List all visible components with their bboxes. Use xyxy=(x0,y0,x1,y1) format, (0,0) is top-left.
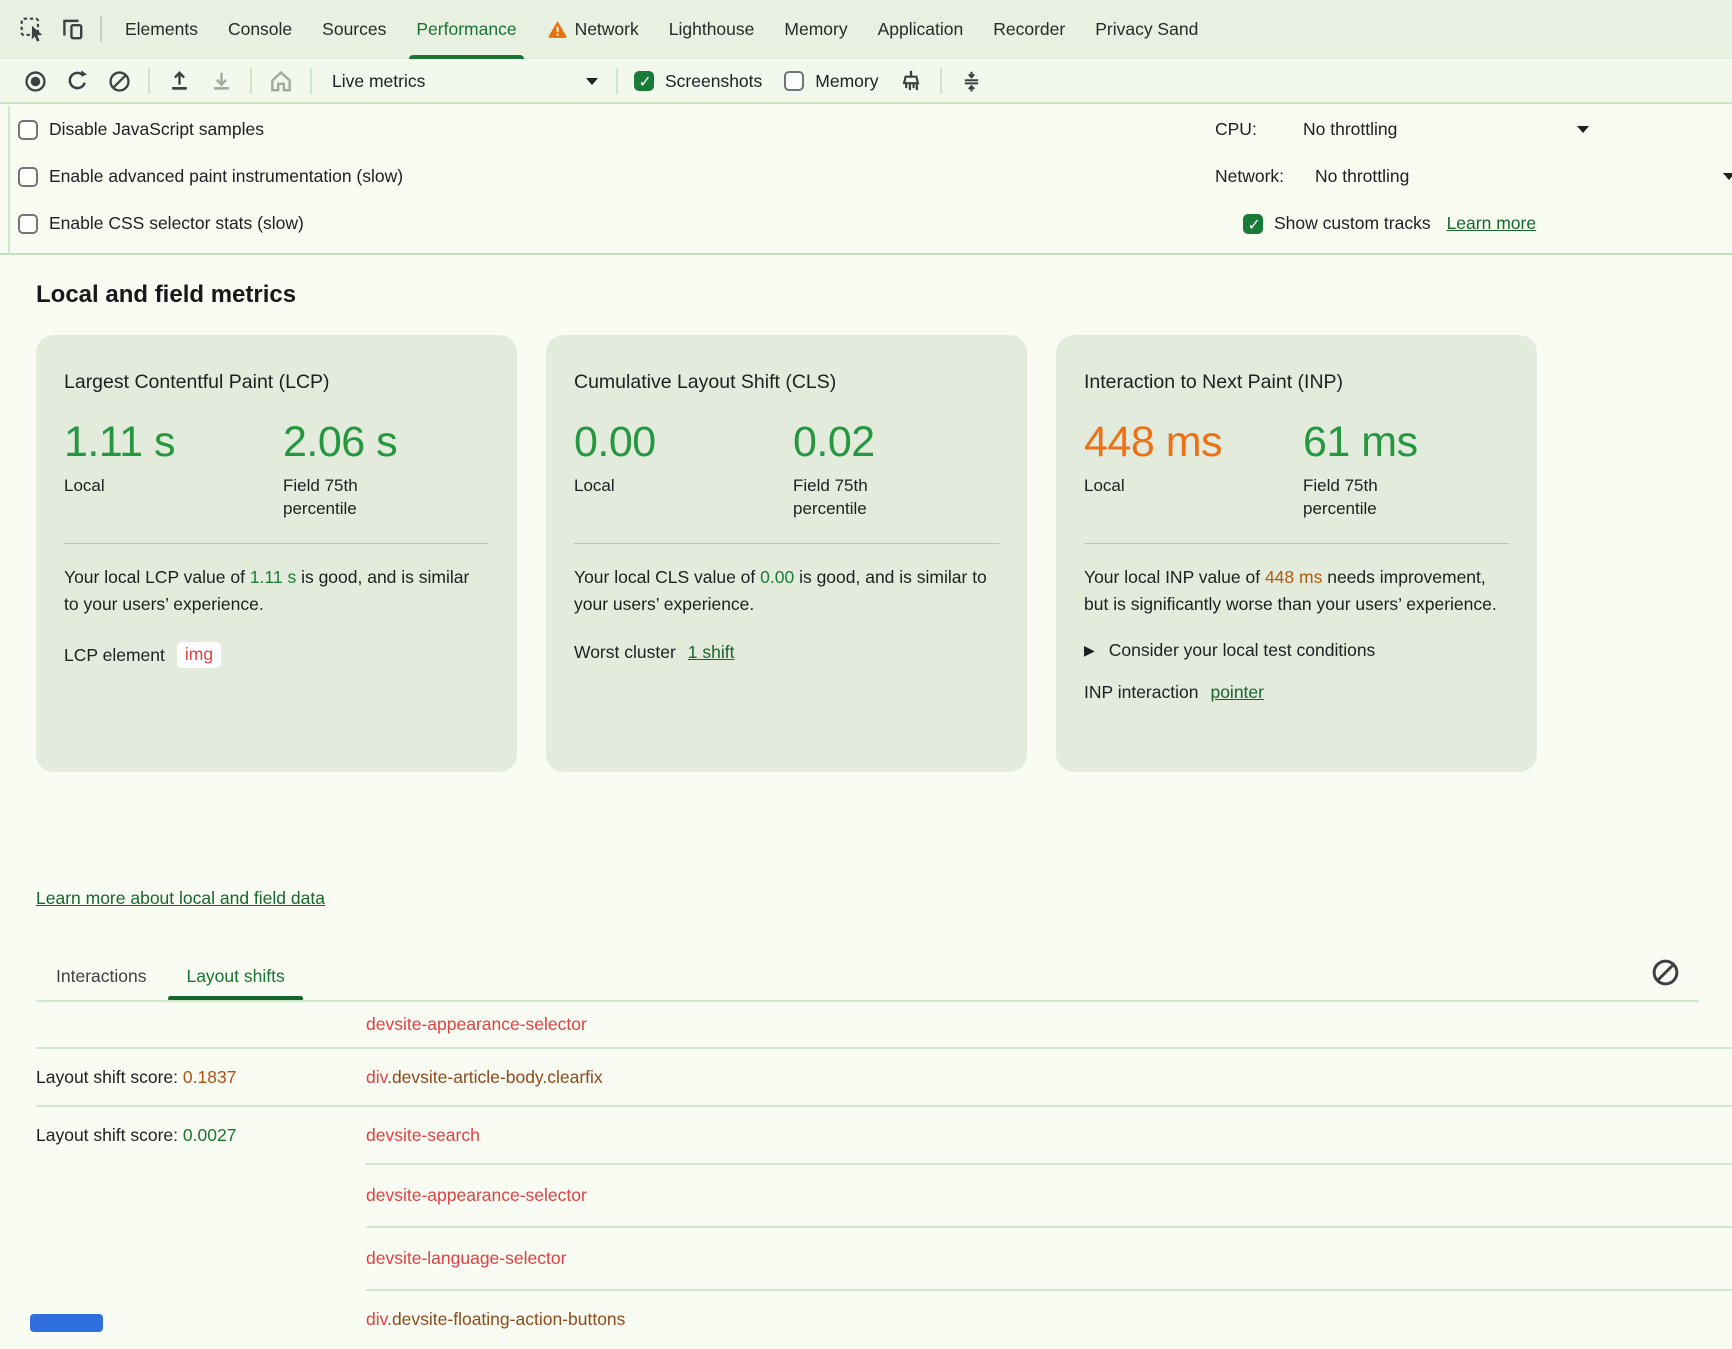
lcp-element-chip[interactable]: img xyxy=(177,642,221,668)
shift-node-link[interactable]: devsite-appearance-selector xyxy=(366,1014,587,1035)
cls-description: Your local CLS value of 0.00 is good, an… xyxy=(574,564,999,618)
learn-more-field-data-link[interactable]: Learn more about local and field data xyxy=(36,888,325,908)
shift-node-link[interactable]: div.devsite-article-body.clearfix xyxy=(366,1067,603,1088)
panel-mode-value: Live metrics xyxy=(332,71,425,92)
toolbar-separator xyxy=(100,16,102,42)
card-divider xyxy=(574,543,999,544)
tab-elements[interactable]: Elements xyxy=(110,0,213,59)
chevron-down-icon xyxy=(1723,173,1732,180)
table-row[interactable]: devsite-language-selector xyxy=(0,1228,1732,1289)
tab-recorder[interactable]: Recorder xyxy=(978,0,1080,59)
toolbar-separator xyxy=(940,68,942,94)
inp-interaction-link[interactable]: pointer xyxy=(1210,682,1264,703)
inp-card: Interaction to Next Paint (INP) 448 ms L… xyxy=(1056,335,1537,772)
lcp-card: Largest Contentful Paint (LCP) 1.11 s Lo… xyxy=(36,335,517,772)
card-divider xyxy=(1084,543,1509,544)
download-profile-icon[interactable] xyxy=(200,63,242,99)
tab-network[interactable]: Network xyxy=(532,0,654,59)
css-selector-stats-toggle[interactable]: Enable CSS selector stats (slow) xyxy=(18,200,403,247)
cls-field: 0.02 Field 75th percentile xyxy=(793,418,999,521)
gc-brush-icon[interactable] xyxy=(890,63,932,99)
cls-card: Cumulative Layout Shift (CLS) 0.00 Local… xyxy=(546,335,1027,772)
show-custom-tracks-toggle[interactable]: Show custom tracks Learn more xyxy=(1215,200,1732,247)
tab-layout-shifts[interactable]: Layout shifts xyxy=(166,952,304,1000)
disable-js-samples-toggle[interactable]: Disable JavaScript samples xyxy=(18,106,403,153)
shift-node-link[interactable]: devsite-appearance-selector xyxy=(366,1185,587,1206)
table-row[interactable]: devsite-appearance-selector xyxy=(0,1165,1732,1226)
advanced-paint-checkbox[interactable] xyxy=(18,167,38,187)
tab-lighthouse[interactable]: Lighthouse xyxy=(654,0,770,59)
table-row[interactable]: div.devsite-floating-action-buttons xyxy=(0,1291,1732,1349)
shift-score: 0.1837 xyxy=(183,1067,237,1087)
devtools-tab-bar: Elements Console Sources Performance Net… xyxy=(0,0,1732,59)
table-row[interactable]: Layout shift score: 0.0027 devsite-searc… xyxy=(0,1107,1732,1163)
card-divider xyxy=(64,543,489,544)
worst-cluster-link[interactable]: 1 shift xyxy=(688,642,735,663)
shift-node-link[interactable]: devsite-language-selector xyxy=(366,1248,566,1269)
css-selector-stats-checkbox[interactable] xyxy=(18,214,38,234)
performance-settings: Disable JavaScript samples Enable advanc… xyxy=(0,106,1732,255)
lcp-description: Your local LCP value of 1.11 s is good, … xyxy=(64,564,489,618)
network-throttling-value: No throttling xyxy=(1315,166,1409,187)
advanced-paint-toggle[interactable]: Enable advanced paint instrumentation (s… xyxy=(18,153,403,200)
tab-sources[interactable]: Sources xyxy=(307,0,401,59)
inp-local: 448 ms Local xyxy=(1084,418,1303,521)
tab-console[interactable]: Console xyxy=(213,0,307,59)
device-toolbar-icon[interactable] xyxy=(52,11,92,47)
disable-js-samples-checkbox[interactable] xyxy=(18,120,38,140)
clear-log-icon[interactable] xyxy=(1648,955,1682,989)
toolbar-separator xyxy=(310,68,312,94)
custom-tracks-checkbox[interactable] xyxy=(1243,214,1263,234)
warning-icon xyxy=(547,19,568,39)
page-title: Local and field metrics xyxy=(36,281,296,309)
shift-node-link[interactable]: devsite-search xyxy=(366,1125,480,1146)
screenshots-checkbox[interactable] xyxy=(634,71,654,91)
cpu-throttling-select[interactable]: CPU: No throttling xyxy=(1215,106,1732,153)
shift-node-link[interactable]: div.devsite-floating-action-buttons xyxy=(366,1309,625,1330)
log-tabs: Interactions Layout shifts xyxy=(36,952,305,1000)
tab-application[interactable]: Application xyxy=(863,0,979,59)
record-icon[interactable] xyxy=(14,63,56,99)
screenshots-toggle[interactable]: Screenshots xyxy=(634,71,762,92)
inp-field: 61 ms Field 75th percentile xyxy=(1303,418,1509,521)
reload-record-icon[interactable] xyxy=(56,63,98,99)
upload-profile-icon[interactable] xyxy=(158,63,200,99)
tab-interactions[interactable]: Interactions xyxy=(36,952,166,1000)
performance-toolbar: Live metrics Screenshots Memory xyxy=(0,60,1732,104)
inspect-element-icon[interactable] xyxy=(12,11,52,47)
chevron-down-icon xyxy=(1577,126,1589,133)
tab-performance[interactable]: Performance xyxy=(401,0,531,59)
cpu-throttling-value: No throttling xyxy=(1303,119,1397,140)
layout-shift-rows: devsite-appearance-selector Layout shift… xyxy=(0,1002,1732,1349)
tab-privacy-sandbox[interactable]: Privacy Sand xyxy=(1080,0,1213,59)
chevron-down-icon xyxy=(586,78,598,85)
toolbar-separator xyxy=(148,68,150,94)
local-test-conditions-expander[interactable]: ▶ Consider your local test conditions xyxy=(1084,640,1509,661)
shift-score: 0.0027 xyxy=(183,1125,237,1145)
collapse-panel-icon[interactable] xyxy=(950,63,992,99)
table-row[interactable]: devsite-appearance-selector xyxy=(0,1002,1732,1047)
memory-toggle[interactable]: Memory xyxy=(784,71,878,92)
table-row[interactable]: Layout shift score: 0.1837 div.devsite-a… xyxy=(0,1049,1732,1105)
learn-more-link[interactable]: Learn more xyxy=(1447,213,1537,234)
home-icon[interactable] xyxy=(260,63,302,99)
panel-mode-select[interactable]: Live metrics xyxy=(320,71,608,92)
triangle-right-icon: ▶ xyxy=(1084,642,1095,659)
lcp-local: 1.11 s Local xyxy=(64,418,283,521)
live-metrics-view: Local and field metrics Largest Contentf… xyxy=(0,255,1732,1332)
cls-local: 0.00 Local xyxy=(574,418,793,521)
clear-icon[interactable] xyxy=(98,63,140,99)
tooltip-fragment xyxy=(30,1314,103,1332)
inp-description: Your local INP value of 448 ms needs imp… xyxy=(1084,564,1509,618)
tab-memory[interactable]: Memory xyxy=(769,0,862,59)
network-throttling-select[interactable]: Network: No throttling xyxy=(1215,153,1732,200)
lcp-field: 2.06 s Field 75th percentile xyxy=(283,418,489,521)
memory-checkbox[interactable] xyxy=(784,71,804,91)
toolbar-separator xyxy=(250,68,252,94)
toolbar-separator xyxy=(616,68,618,94)
